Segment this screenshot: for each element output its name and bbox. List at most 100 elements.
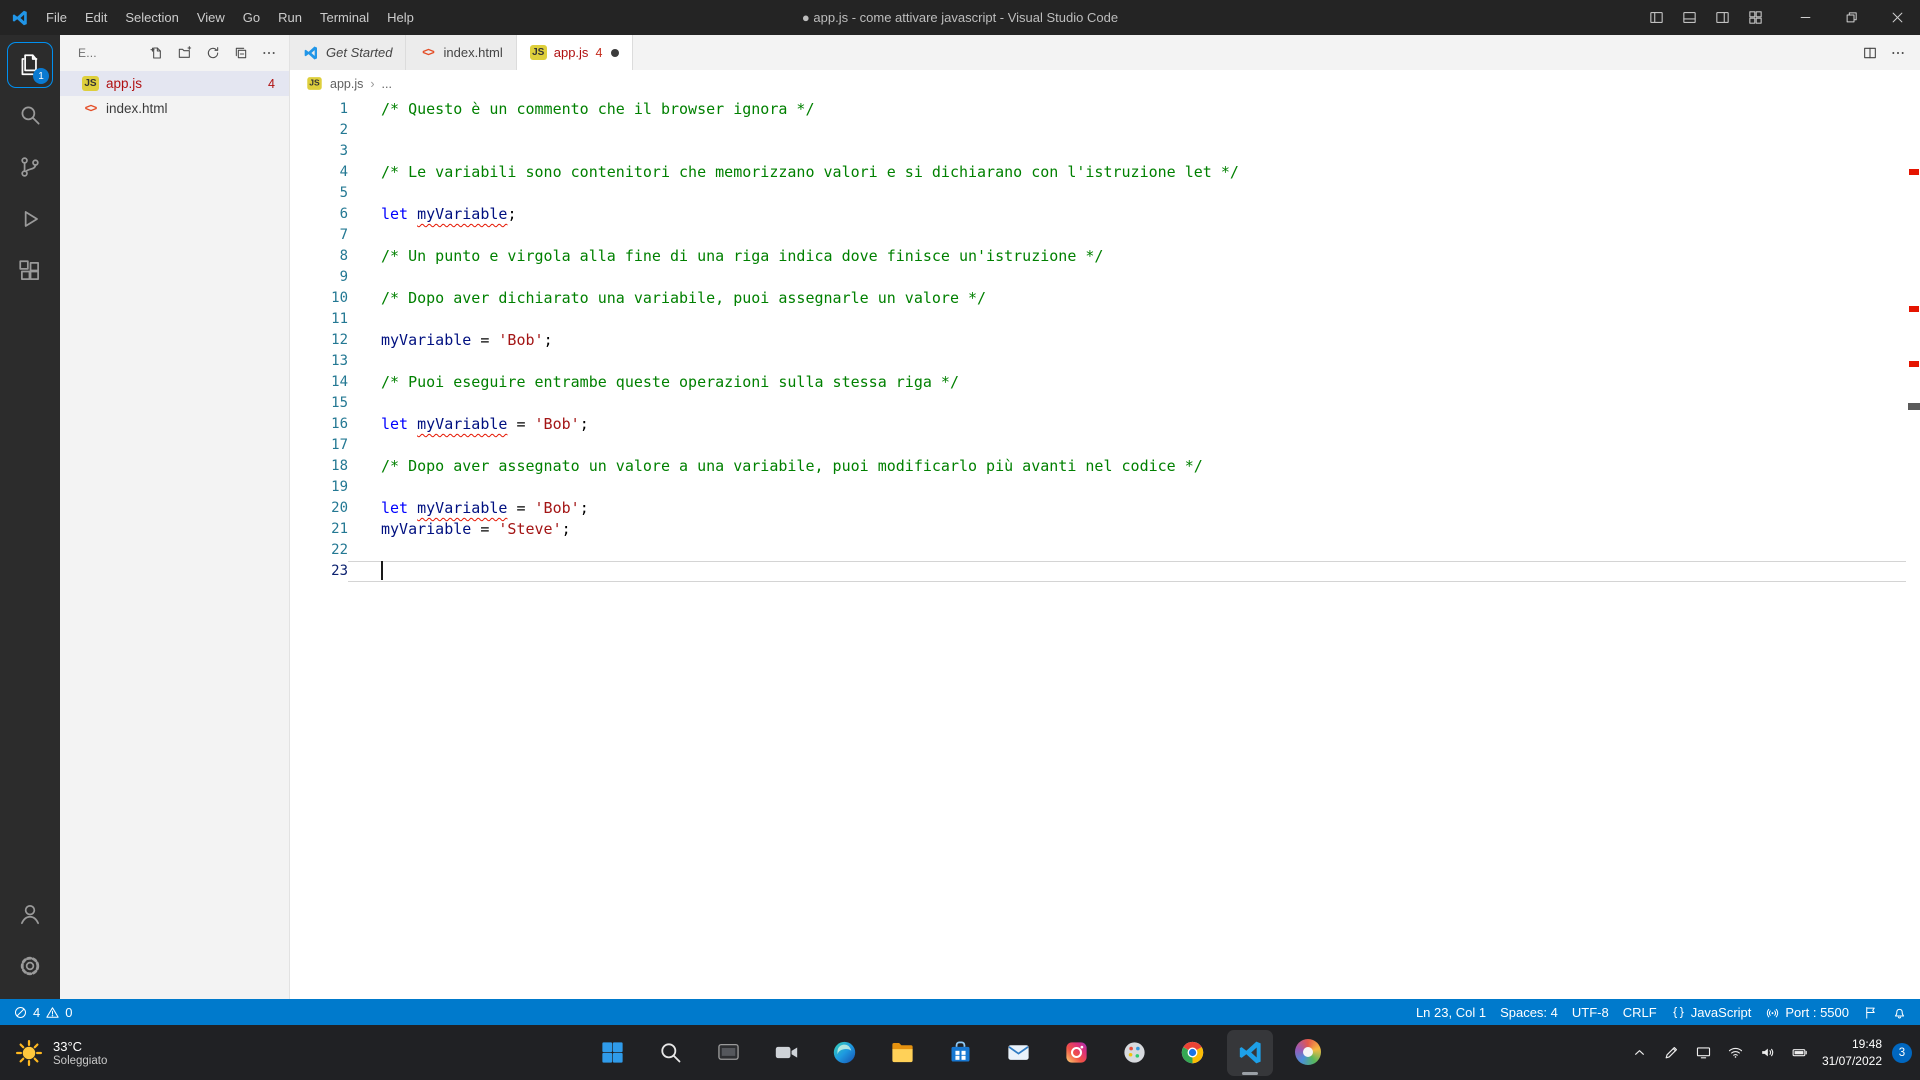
activity-explorer[interactable]: 1 bbox=[7, 42, 53, 88]
taskbar-chrome-button[interactable] bbox=[1169, 1030, 1215, 1076]
breadcrumb-file[interactable]: app.js bbox=[330, 77, 363, 91]
taskbar-mail-button[interactable] bbox=[995, 1030, 1041, 1076]
taskbar-file-explorer-button[interactable] bbox=[879, 1030, 925, 1076]
layout-sidebar-right-button[interactable] bbox=[1706, 0, 1739, 35]
taskbar-search-button[interactable] bbox=[647, 1030, 693, 1076]
menu-go[interactable]: Go bbox=[234, 0, 269, 35]
restore-button[interactable] bbox=[1828, 0, 1874, 35]
minimize-button[interactable] bbox=[1782, 0, 1828, 35]
language-mode[interactable]: JavaScript bbox=[1664, 999, 1759, 1025]
activity-extensions[interactable] bbox=[7, 246, 53, 296]
tab-app.js[interactable]: JSapp.js4 bbox=[517, 35, 634, 70]
file-name: app.js bbox=[106, 76, 142, 91]
menu-file[interactable]: File bbox=[37, 0, 76, 35]
code-line-13[interactable]: 13 bbox=[290, 351, 1906, 372]
activity-settings[interactable] bbox=[7, 941, 53, 991]
menu-terminal[interactable]: Terminal bbox=[311, 0, 378, 35]
code-line-22[interactable]: 22 bbox=[290, 540, 1906, 561]
more-button[interactable] bbox=[257, 41, 281, 65]
menu-help[interactable]: Help bbox=[378, 0, 423, 35]
code-line-19[interactable]: 19 bbox=[290, 477, 1906, 498]
file-name: index.html bbox=[106, 101, 168, 116]
code-line-8[interactable]: 8/* Un punto e virgola alla fine di una … bbox=[290, 246, 1906, 267]
menu-edit[interactable]: Edit bbox=[76, 0, 116, 35]
code-line-6[interactable]: 6let myVariable; bbox=[290, 204, 1906, 225]
taskbar-store-button[interactable] bbox=[937, 1030, 983, 1076]
code-line-3[interactable]: 3 bbox=[290, 141, 1906, 162]
file-index.html[interactable]: <>index.html bbox=[60, 96, 289, 121]
weather-widget[interactable]: 33°C Soleggiato bbox=[0, 1025, 121, 1080]
code-line-23[interactable]: 23 bbox=[290, 561, 1906, 582]
line-number: 5 bbox=[290, 183, 348, 204]
taskbar-camera-button[interactable] bbox=[763, 1030, 809, 1076]
activity-run-debug[interactable] bbox=[7, 194, 53, 244]
cursor-position[interactable]: Ln 23, Col 1 bbox=[1409, 999, 1493, 1025]
notification-count-badge[interactable]: 3 bbox=[1892, 1043, 1912, 1063]
breadcrumb[interactable]: JS app.js › ... bbox=[290, 70, 1920, 97]
tray-volume-button[interactable] bbox=[1754, 1032, 1782, 1074]
taskbar-clock[interactable]: 19:48 31/07/2022 bbox=[1822, 1036, 1882, 1070]
overview-ruler[interactable] bbox=[1906, 97, 1920, 999]
tray-pen-button[interactable] bbox=[1658, 1032, 1686, 1074]
taskbar-task-view-button[interactable] bbox=[705, 1030, 751, 1076]
split-editor-button[interactable] bbox=[1862, 45, 1878, 61]
code-line-17[interactable]: 17 bbox=[290, 435, 1906, 456]
layout-panel-button[interactable] bbox=[1673, 0, 1706, 35]
taskbar-edge-button[interactable] bbox=[821, 1030, 867, 1076]
feedback-button[interactable] bbox=[1856, 999, 1885, 1025]
code-line-10[interactable]: 10/* Dopo aver dichiarato una variabile,… bbox=[290, 288, 1906, 309]
code-line-14[interactable]: 14/* Puoi eseguire entrambe queste opera… bbox=[290, 372, 1906, 393]
taskbar-paint-button[interactable] bbox=[1111, 1030, 1157, 1076]
code-line-1[interactable]: 1/* Questo è un commento che il browser … bbox=[290, 99, 1906, 120]
code-line-7[interactable]: 7 bbox=[290, 225, 1906, 246]
menu-selection[interactable]: Selection bbox=[116, 0, 187, 35]
menu-view[interactable]: View bbox=[188, 0, 234, 35]
new-folder-button[interactable] bbox=[173, 41, 197, 65]
tray-wifi-button[interactable] bbox=[1722, 1032, 1750, 1074]
activity-account[interactable] bbox=[7, 889, 53, 939]
eol-sequence[interactable]: CRLF bbox=[1616, 999, 1664, 1025]
taskbar-photos-button[interactable] bbox=[1285, 1030, 1331, 1076]
live-server-port[interactable]: Port : 5500 bbox=[1758, 999, 1856, 1025]
layout-grid-button[interactable] bbox=[1739, 0, 1772, 35]
code-line-9[interactable]: 9 bbox=[290, 267, 1906, 288]
tab-get-started[interactable]: Get Started bbox=[290, 35, 406, 70]
code-line-15[interactable]: 15 bbox=[290, 393, 1906, 414]
refresh-button[interactable] bbox=[201, 41, 225, 65]
code-line-16[interactable]: 16let myVariable = 'Bob'; bbox=[290, 414, 1906, 435]
wifi-icon bbox=[1727, 1044, 1744, 1061]
code-line-20[interactable]: 20let myVariable = 'Bob'; bbox=[290, 498, 1906, 519]
modified-indicator[interactable] bbox=[611, 49, 619, 57]
taskbar-start-button[interactable] bbox=[589, 1030, 635, 1076]
layout-sidebar-left-button[interactable] bbox=[1640, 0, 1673, 35]
more-actions-button[interactable] bbox=[1890, 45, 1906, 61]
file-app.js[interactable]: JSapp.js4 bbox=[60, 71, 289, 96]
bell-button[interactable] bbox=[1885, 999, 1914, 1025]
code-line-2[interactable]: 2 bbox=[290, 120, 1906, 141]
taskbar-instagram-button[interactable] bbox=[1053, 1030, 1099, 1076]
problems-indicator[interactable]: 40 bbox=[6, 999, 79, 1025]
close-button[interactable] bbox=[1874, 0, 1920, 35]
indentation[interactable]: Spaces: 4 bbox=[1493, 999, 1565, 1025]
tab-index.html[interactable]: <>index.html bbox=[406, 35, 516, 70]
code-editor[interactable]: 1/* Questo è un commento che il browser … bbox=[290, 97, 1920, 999]
encoding[interactable]: UTF-8 bbox=[1565, 999, 1616, 1025]
code-line-11[interactable]: 11 bbox=[290, 309, 1906, 330]
tray-battery-button[interactable] bbox=[1786, 1032, 1814, 1074]
code-line-21[interactable]: 21myVariable = 'Steve'; bbox=[290, 519, 1906, 540]
code-line-12[interactable]: 12myVariable = 'Bob'; bbox=[290, 330, 1906, 351]
code-line-5[interactable]: 5 bbox=[290, 183, 1906, 204]
menu-run[interactable]: Run bbox=[269, 0, 311, 35]
taskbar-vscode-button[interactable] bbox=[1227, 1030, 1273, 1076]
js-file-icon: JS bbox=[530, 45, 547, 60]
collapse-button[interactable] bbox=[229, 41, 253, 65]
code-line-18[interactable]: 18/* Dopo aver assegnato un valore a una… bbox=[290, 456, 1906, 477]
activity-search[interactable] bbox=[7, 90, 53, 140]
new-file-button[interactable] bbox=[145, 41, 169, 65]
tray-cast-button[interactable] bbox=[1690, 1032, 1718, 1074]
activity-source-control[interactable] bbox=[7, 142, 53, 192]
warning-icon bbox=[45, 1005, 60, 1020]
tray-chevron-up-button[interactable] bbox=[1626, 1032, 1654, 1074]
code-line-4[interactable]: 4/* Le variabili sono contenitori che me… bbox=[290, 162, 1906, 183]
breadcrumb-symbol[interactable]: ... bbox=[382, 77, 392, 91]
